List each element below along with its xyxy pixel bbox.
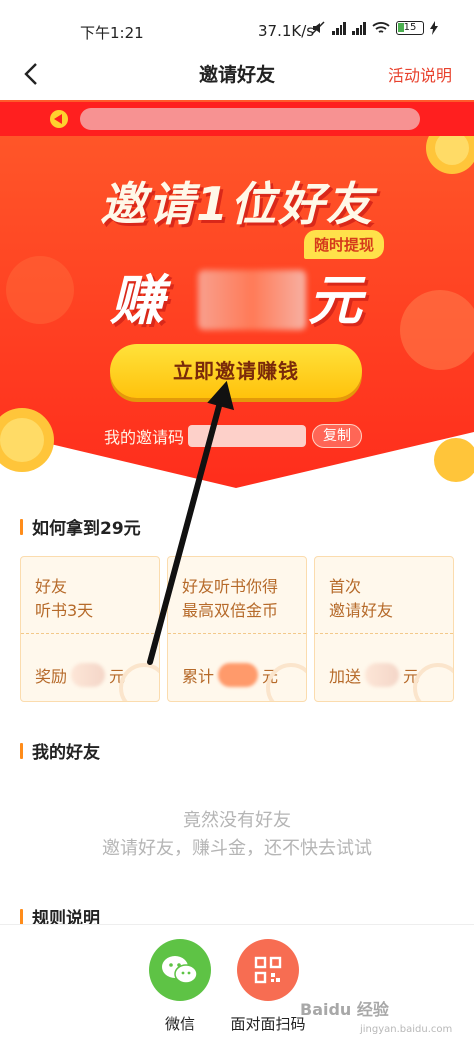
baidu-watermark: Baidu 经验: [300, 1000, 389, 1019]
how-to-earn-title: 如何拿到29元: [20, 514, 141, 539]
reward-amount-blurred: [365, 663, 400, 687]
card-line2: 听书3天: [35, 601, 94, 620]
content-scroll[interactable]: 邀请1位好友 随时提现 赚 元 立即邀请赚钱 我的邀请码 复制 如何拿到29元 …: [0, 100, 474, 930]
earn-card-3: 首次 邀请好友 加送 元: [314, 556, 454, 702]
notice-marquee: [0, 102, 474, 136]
speaker-icon: [50, 110, 68, 128]
card-divider: [315, 633, 453, 634]
empty-friends-text: 竟然没有好友: [183, 810, 291, 831]
share-qr-button[interactable]: 面对面扫码: [228, 939, 308, 1034]
earn-prefix: 赚: [110, 269, 164, 332]
card-divider: [168, 633, 306, 634]
copy-code-button[interactable]: 复制: [312, 424, 363, 448]
earn-steps: 好友 听书3天 奖励 元 好友听书你得 最高双倍金币 累计 元 首次 邀请好友: [20, 556, 454, 702]
activity-rules-link[interactable]: 活动说明: [388, 62, 452, 86]
signal-icon-2: [352, 21, 366, 35]
share-wechat-button[interactable]: 微信: [140, 939, 220, 1034]
earn-suffix: 元: [308, 269, 362, 332]
marquee-text-blurred: [80, 108, 420, 130]
share-wechat-label: 微信: [164, 1015, 195, 1033]
battery-icon: 15: [396, 21, 424, 35]
invite-earn-button[interactable]: 立即邀请赚钱: [110, 344, 362, 398]
nav-bar: 邀请好友 活动说明: [0, 48, 474, 100]
mute-icon: [311, 21, 325, 35]
card-reward: 累计 元: [182, 663, 278, 687]
earn-amount-blurred: [198, 270, 306, 330]
card-line1: 好友听书你得: [182, 577, 279, 596]
reward-prefix: 累计: [182, 667, 215, 686]
invite-code-row: 我的邀请码 复制: [104, 422, 363, 450]
reward-amount-blurred: [218, 663, 259, 687]
share-qr-label: 面对面扫码: [230, 1015, 306, 1033]
my-friends-title: 我的好友: [20, 738, 100, 763]
charging-icon: [430, 21, 438, 35]
network-speed: 37.1K/s: [258, 22, 315, 40]
card-line1: 好友: [35, 577, 68, 596]
reward-prefix: 奖励: [35, 667, 68, 686]
status-icons: 15: [310, 20, 438, 36]
reward-prefix: 加送: [329, 667, 362, 686]
status-time: 下午1:21: [80, 24, 144, 42]
earn-card-2: 好友听书你得 最高双倍金币 累计 元: [167, 556, 307, 702]
empty-friends-hint: 邀请好友，赚斗金，还不快去试试: [102, 838, 372, 859]
how-to-earn-title-text: 如何拿到29元: [32, 519, 141, 539]
card-reward: 加送 元: [329, 663, 419, 687]
yuan-coin-icon: [119, 663, 159, 701]
signal-icon: [332, 21, 346, 35]
banner-headline: 邀请1位好友: [99, 177, 374, 231]
wechat-icon: [162, 956, 198, 984]
invite-code-label: 我的邀请码: [104, 428, 185, 447]
wifi-icon: [372, 22, 390, 33]
my-friends-title-text: 我的好友: [32, 743, 100, 763]
section-bar: [20, 518, 23, 535]
yuan-coin-icon: [413, 663, 453, 701]
wechat-circle[interactable]: [149, 939, 211, 1001]
card-line2: 最高双倍金币: [182, 601, 279, 620]
card-divider: [21, 633, 159, 634]
reward-amount-blurred: [71, 663, 106, 687]
section-bar: [20, 908, 23, 925]
invite-code-blurred: [188, 425, 307, 447]
earn-card-1: 好友 听书3天 奖励 元: [20, 556, 160, 702]
baidu-watermark-url: jingyan.baidu.com: [360, 1024, 453, 1035]
qr-circle[interactable]: [237, 939, 299, 1001]
withdraw-anytime-badge: 随时提现: [304, 230, 385, 259]
status-bar: 下午1:21 37.1K/s 15: [0, 0, 474, 48]
section-bar: [20, 742, 23, 759]
card-line1: 首次: [329, 577, 362, 596]
card-line2: 邀请好友: [329, 601, 394, 620]
invite-banner: 邀请1位好友 随时提现 赚 元 立即邀请赚钱 我的邀请码 复制: [0, 100, 474, 488]
qr-code-icon: [254, 956, 282, 984]
card-reward: 奖励 元: [35, 663, 125, 687]
